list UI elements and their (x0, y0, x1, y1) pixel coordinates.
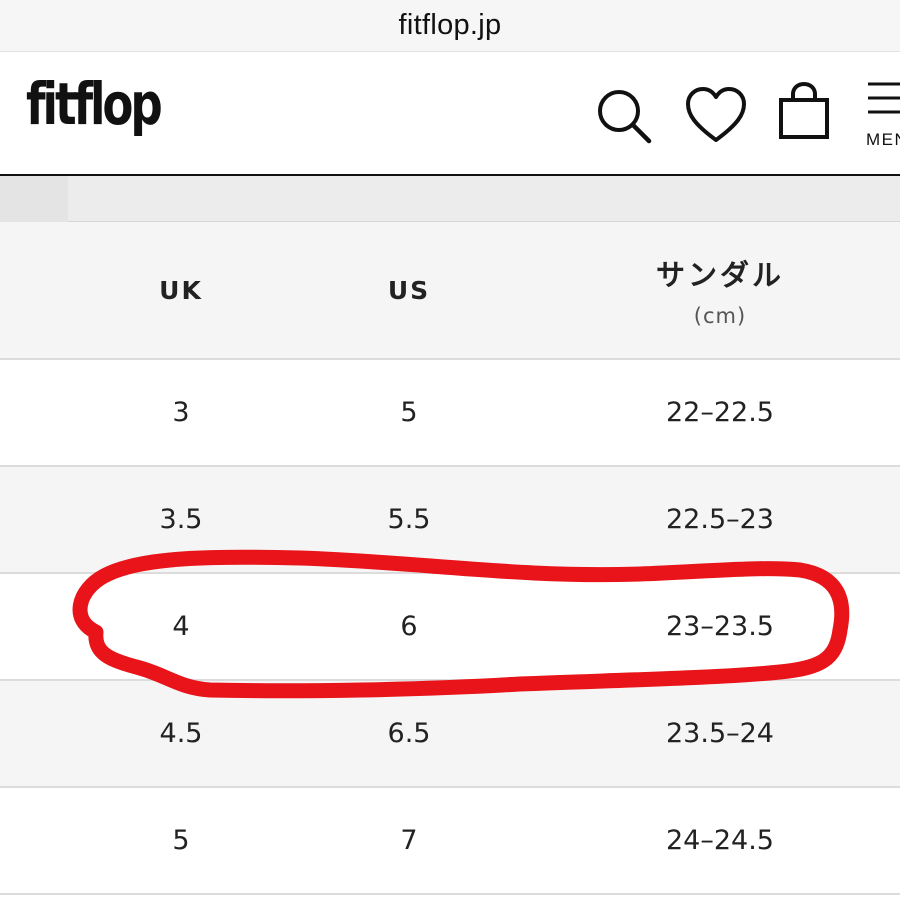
header-us: US (387, 275, 431, 305)
header-sandal-unit: (cm) (693, 304, 747, 328)
search-button[interactable] (594, 86, 654, 146)
cell-uk: 5 (172, 825, 190, 856)
table-row: 3.5 5.5 22.5–23 (0, 467, 900, 574)
cell-uk: 3 (172, 397, 190, 428)
size-chart-table: UK US サンダル (cm) 3 5 22–22.5 3.5 5.5 22.5… (0, 222, 900, 895)
menu-label: MENU (866, 130, 900, 149)
url-text: fitflop.jp (398, 9, 502, 41)
cell-us: 6 (400, 611, 418, 642)
hamburger-menu-icon (868, 82, 900, 114)
strip-tab (0, 176, 68, 222)
heart-icon (686, 87, 746, 142)
fitflop-logo[interactable]: fitflop (26, 70, 163, 138)
cell-cm: 22–22.5 (666, 397, 774, 428)
cell-uk: 4.5 (159, 718, 203, 749)
cell-cm: 22.5–23 (666, 504, 774, 535)
header-uk: UK (159, 275, 203, 305)
table-row-highlighted: 4 6 23–23.5 (0, 574, 900, 681)
wishlist-button[interactable] (684, 86, 748, 146)
table-row: 5 7 24–24.5 (0, 788, 900, 895)
cell-us: 5.5 (387, 504, 431, 535)
cell-uk: 4 (172, 611, 190, 642)
browser-url-bar[interactable]: fitflop.jp (0, 0, 900, 52)
shopping-bag-icon (779, 82, 829, 139)
search-icon (598, 90, 652, 144)
cart-button[interactable] (778, 82, 830, 140)
cell-cm: 24–24.5 (666, 825, 774, 856)
cell-cm: 23.5–24 (666, 718, 774, 749)
header-sandal: サンダル (cm) (580, 222, 860, 358)
table-header-row: UK US サンダル (cm) (0, 222, 900, 360)
content-top-strip (0, 176, 900, 222)
table-row: 4.5 6.5 23.5–24 (0, 681, 900, 788)
cell-us: 6.5 (387, 718, 431, 749)
site-header: fitflop MENU (0, 52, 900, 176)
cell-cm: 23–23.5 (666, 611, 774, 642)
cell-us: 7 (400, 825, 418, 856)
cell-uk: 3.5 (159, 504, 203, 535)
menu-button[interactable]: MENU (864, 78, 900, 158)
cell-us: 5 (400, 397, 418, 428)
header-sandal-label: サンダル (655, 258, 784, 292)
table-row: 3 5 22–22.5 (0, 360, 900, 467)
